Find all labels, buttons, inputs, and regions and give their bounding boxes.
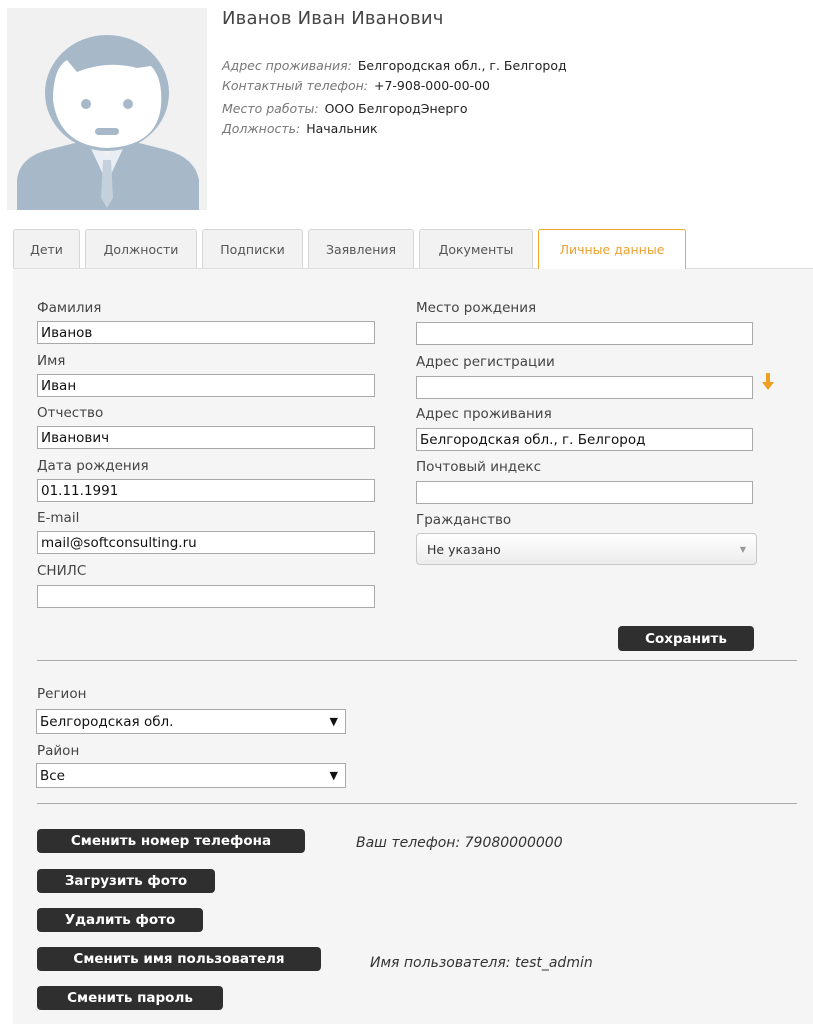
info-label: Место работы: bbox=[222, 101, 319, 116]
divider bbox=[37, 803, 797, 804]
first-name-input[interactable] bbox=[37, 374, 375, 397]
reg-address-label: Адрес регистрации bbox=[416, 354, 555, 370]
citizenship-select[interactable]: Не указано ▼ bbox=[416, 533, 757, 565]
chevron-down-icon: ▼ bbox=[739, 544, 746, 554]
down-arrow-icon[interactable] bbox=[762, 373, 774, 391]
tab-applications[interactable]: Заявления bbox=[308, 229, 414, 268]
info-value: Начальник bbox=[306, 121, 378, 136]
username-note: Имя пользователя: test_admin bbox=[370, 955, 593, 971]
live-address-input[interactable] bbox=[416, 428, 753, 451]
email-label: E-mail bbox=[37, 510, 80, 526]
chevron-down-icon: ▼ bbox=[329, 715, 338, 728]
birth-date-label: Дата рождения bbox=[37, 458, 149, 474]
info-label: Адрес проживания: bbox=[222, 58, 352, 73]
info-label: Должность: bbox=[222, 121, 301, 136]
district-selected-value: Все bbox=[40, 767, 65, 784]
citizenship-selected-value: Не указано bbox=[427, 541, 501, 557]
info-row-address: Адрес проживания: Белгородская обл., г. Б… bbox=[222, 58, 567, 73]
birth-date-input[interactable] bbox=[37, 479, 375, 502]
upload-photo-button[interactable]: Загрузить фото bbox=[37, 869, 215, 893]
last-name-label: Фамилия bbox=[37, 300, 102, 316]
region-selected-value: Белгородская обл. bbox=[40, 713, 174, 730]
phone-note: Ваш телефон: 79080000000 bbox=[356, 835, 563, 851]
tab-children[interactable]: Дети bbox=[13, 229, 80, 268]
last-name-input[interactable] bbox=[37, 321, 375, 344]
snils-label: СНИЛС bbox=[37, 563, 87, 579]
change-username-button[interactable]: Сменить имя пользователя bbox=[37, 947, 321, 971]
patronymic-label: Отчество bbox=[37, 405, 104, 421]
birth-place-label: Место рождения bbox=[416, 300, 537, 316]
region-label: Регион bbox=[37, 686, 87, 702]
divider bbox=[37, 660, 797, 661]
reg-address-input[interactable] bbox=[416, 376, 753, 399]
info-label: Контактный телефон: bbox=[222, 78, 368, 93]
info-row-position: Должность: Начальник bbox=[222, 121, 378, 136]
info-value: Белгородская обл., г. Белгород bbox=[357, 58, 567, 73]
patronymic-input[interactable] bbox=[37, 426, 375, 449]
birth-place-input[interactable] bbox=[416, 322, 753, 345]
postal-code-label: Почтовый индекс bbox=[416, 459, 542, 475]
tab-subscriptions[interactable]: Подписки bbox=[202, 229, 303, 268]
first-name-label: Имя bbox=[37, 353, 66, 369]
avatar bbox=[7, 8, 207, 210]
delete-photo-button[interactable]: Удалить фото bbox=[37, 908, 203, 932]
tab-positions[interactable]: Должности bbox=[85, 229, 197, 268]
change-password-button[interactable]: Сменить пароль bbox=[37, 986, 223, 1010]
save-button[interactable]: Сохранить bbox=[618, 626, 754, 651]
snils-input[interactable] bbox=[37, 585, 375, 608]
citizenship-label: Гражданство bbox=[416, 512, 512, 528]
info-row-phone: Контактный телефон: +7-908-000-00-00 bbox=[222, 78, 490, 93]
info-value: +7-908-000-00-00 bbox=[373, 78, 490, 93]
live-address-label: Адрес проживания bbox=[416, 406, 552, 422]
district-select[interactable]: Все ▼ bbox=[36, 763, 346, 788]
avatar-silhouette bbox=[7, 8, 207, 210]
district-label: Район bbox=[37, 743, 80, 759]
profile-full-name: Иванов Иван Иванович bbox=[222, 8, 444, 29]
tab-personal-data[interactable]: Личные данные bbox=[538, 229, 686, 269]
change-phone-button[interactable]: Сменить номер телефона bbox=[37, 829, 305, 853]
chevron-down-icon: ▼ bbox=[329, 769, 338, 782]
region-select[interactable]: Белгородская обл. ▼ bbox=[36, 709, 346, 734]
postal-code-input[interactable] bbox=[416, 481, 753, 504]
email-input[interactable] bbox=[37, 531, 375, 554]
tab-documents[interactable]: Документы bbox=[419, 229, 533, 268]
info-value: ООО БелгородЭнерго bbox=[324, 101, 468, 116]
info-row-workplace: Место работы: ООО БелгородЭнерго bbox=[222, 101, 468, 116]
